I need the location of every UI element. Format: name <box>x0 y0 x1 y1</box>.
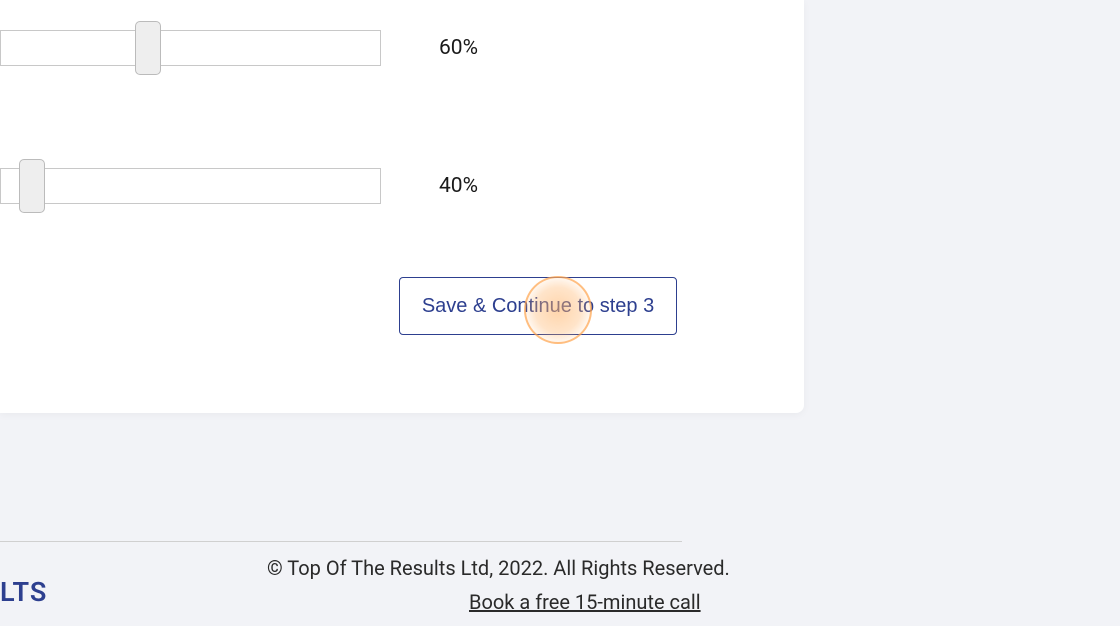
slider-track-2[interactable] <box>0 168 381 204</box>
logo-fragment: LTS <box>0 576 47 608</box>
slider-thumb-1[interactable] <box>135 21 161 75</box>
save-continue-button[interactable]: Save & Continue to step 3 <box>399 277 677 335</box>
slider-row-2: 40% <box>0 168 478 204</box>
form-card: 60% 40% Save & Continue to step 3 <box>0 0 804 413</box>
save-continue-label: Save & Continue to step 3 <box>422 295 654 318</box>
book-call-link[interactable]: Book a free 15-minute call <box>469 590 701 614</box>
footer-divider <box>0 541 682 542</box>
slider-track-1[interactable] <box>0 30 381 66</box>
slider-thumb-2[interactable] <box>19 159 45 213</box>
slider-row-1: 60% <box>0 30 478 66</box>
slider-value-1: 60% <box>439 36 478 60</box>
slider-value-2: 40% <box>439 174 478 198</box>
copyright-text: © Top Of The Results Ltd, 2022. All Righ… <box>267 556 730 580</box>
